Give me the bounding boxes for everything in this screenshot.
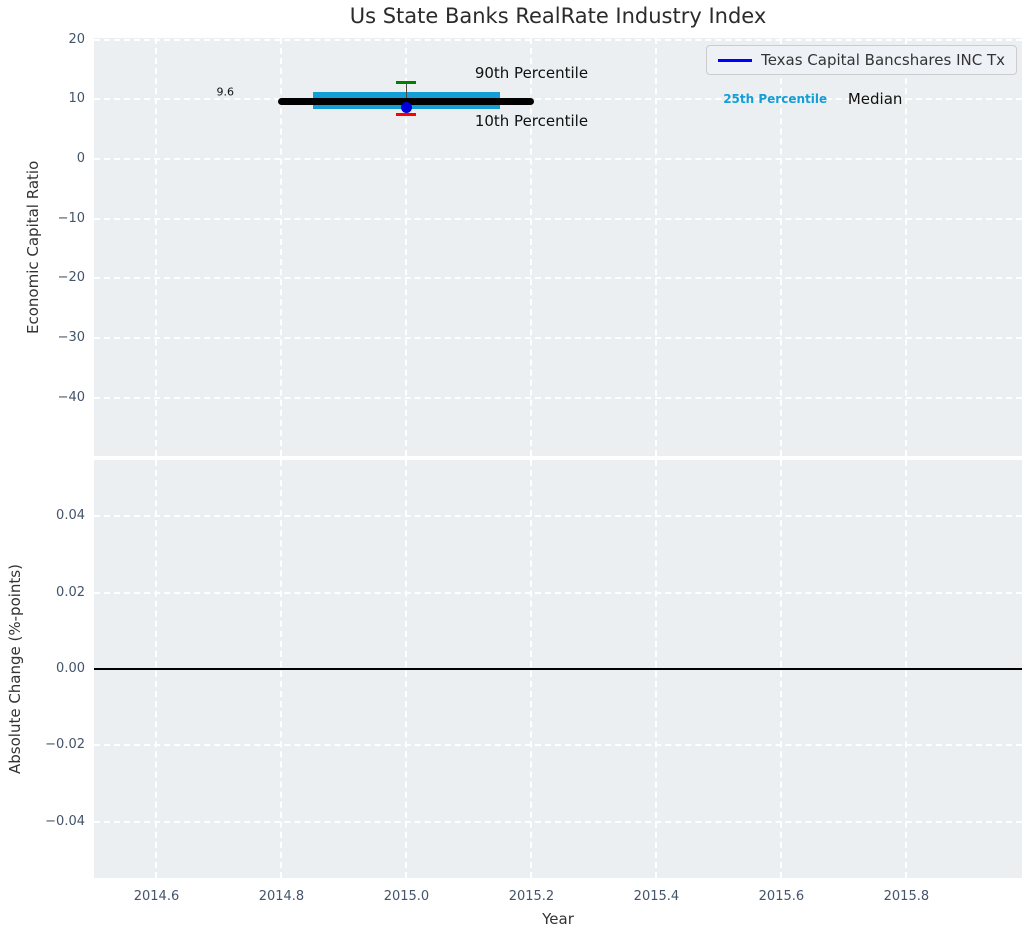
x-tick-label: 2015.2 (508, 889, 555, 904)
whisker-cap-90 (396, 81, 417, 85)
x-tick-label: 2015.4 (633, 889, 680, 904)
x-tick-label: 2014.8 (258, 889, 305, 904)
annotation: 9.6 (216, 85, 234, 99)
top-y-axis-label: Economic Capital Ratio (24, 160, 42, 334)
h-gridline (94, 217, 1022, 220)
y-tick-label: 0 (76, 151, 85, 167)
whisker-cap-10 (396, 113, 417, 117)
x-tick-label: 2015.6 (758, 889, 805, 904)
annotation: Median (847, 90, 903, 109)
legend-entry-label: Texas Capital Bancshares INC Tx (761, 51, 1005, 69)
h-gridline (94, 336, 1022, 339)
annotation: 10th Percentile (474, 111, 589, 130)
bottom-axes (94, 460, 1022, 878)
chart-title: Us State Banks RealRate Industry Index (349, 4, 767, 28)
h-gridline (94, 158, 1022, 161)
y-tick-label: −0.02 (45, 737, 85, 753)
zero-line (94, 668, 1022, 670)
annotation: 90th Percentile (474, 64, 589, 83)
x-tick-label: 2014.6 (133, 889, 180, 904)
y-tick-label: −30 (57, 329, 85, 345)
y-tick-label: 10 (68, 91, 85, 107)
y-tick-label: −10 (57, 210, 85, 226)
y-tick-label: 0.04 (56, 508, 85, 524)
h-gridline (94, 277, 1022, 280)
v-gridline (155, 38, 158, 456)
legend: Texas Capital Bancshares INC Tx (706, 45, 1017, 75)
h-gridline (94, 515, 1022, 518)
h-gridline (94, 396, 1022, 399)
bottom-y-axis-label: Absolute Change (%-points) (6, 564, 24, 774)
v-gridline (655, 38, 658, 456)
y-tick-label: 20 (68, 31, 85, 47)
x-tick-label: 2015.0 (383, 889, 430, 904)
figure: Us State Banks RealRate Industry Index E… (0, 0, 1034, 942)
company-point (400, 102, 412, 114)
y-tick-label: 0.00 (56, 661, 85, 676)
y-tick-label: −20 (57, 270, 85, 286)
legend-line-sample-icon (718, 58, 753, 62)
x-axis-label: Year (542, 910, 574, 928)
y-tick-label: −40 (57, 389, 85, 405)
x-tick-label: 2015.8 (883, 889, 930, 904)
y-tick-label: 0.02 (56, 584, 85, 600)
y-tick-label: −0.04 (45, 813, 85, 829)
h-gridline (94, 38, 1022, 41)
h-gridline (94, 820, 1022, 823)
v-gridline (905, 38, 908, 456)
annotation: 25th Percentile (723, 92, 828, 107)
h-gridline (94, 591, 1022, 594)
h-gridline (94, 744, 1022, 747)
